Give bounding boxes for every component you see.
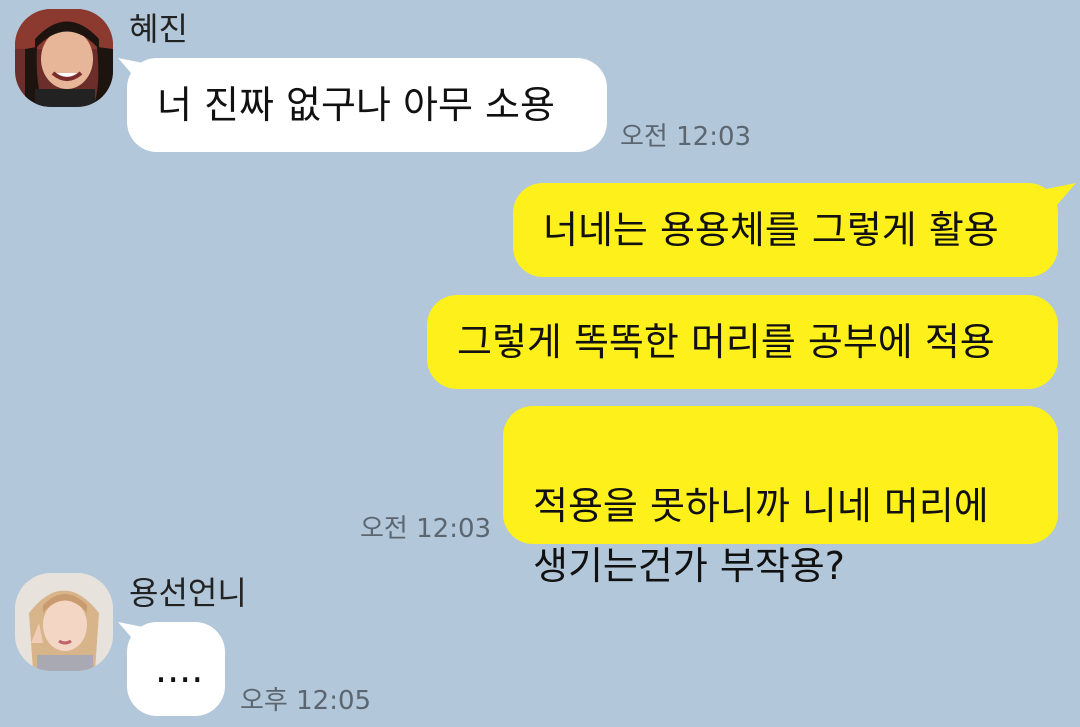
message-text: 적용을 못하니까 니네 머리에 생기는건가 부작용? bbox=[533, 484, 989, 588]
chat-screen: { "messages": [ { "sender": "혜진", "text"… bbox=[0, 0, 1080, 727]
message-timestamp: 오전 12:03 bbox=[620, 122, 752, 152]
message-bubble-outgoing[interactable]: 너네는 용용체를 그렇게 활용 bbox=[513, 183, 1058, 277]
message-bubble-incoming[interactable]: .... bbox=[127, 622, 225, 716]
profile-photo-icon bbox=[15, 9, 113, 107]
message-text: .... bbox=[155, 647, 204, 691]
sender-name: 용선언니 bbox=[129, 574, 247, 612]
avatar-hyejin[interactable] bbox=[15, 9, 113, 107]
message-bubble-incoming[interactable]: 너 진짜 없구나 아무 소용 bbox=[127, 58, 607, 152]
message-bubble-outgoing[interactable]: 그렇게 똑똑한 머리를 공부에 적용 bbox=[427, 295, 1058, 389]
message-text: 그렇게 똑똑한 머리를 공부에 적용 bbox=[457, 320, 995, 364]
message-text: 너 진짜 없구나 아무 소용 bbox=[157, 83, 555, 127]
message-text: 너네는 용용체를 그렇게 활용 bbox=[543, 208, 999, 252]
avatar-yongsun[interactable] bbox=[15, 573, 113, 671]
message-timestamp: 오후 12:05 bbox=[240, 686, 372, 716]
profile-photo-icon bbox=[15, 573, 113, 671]
message-bubble-outgoing[interactable]: 적용을 못하니까 니네 머리에 생기는건가 부작용? bbox=[503, 406, 1058, 588]
sender-name: 혜진 bbox=[129, 10, 188, 48]
message-timestamp: 오전 12:03 bbox=[360, 514, 492, 544]
